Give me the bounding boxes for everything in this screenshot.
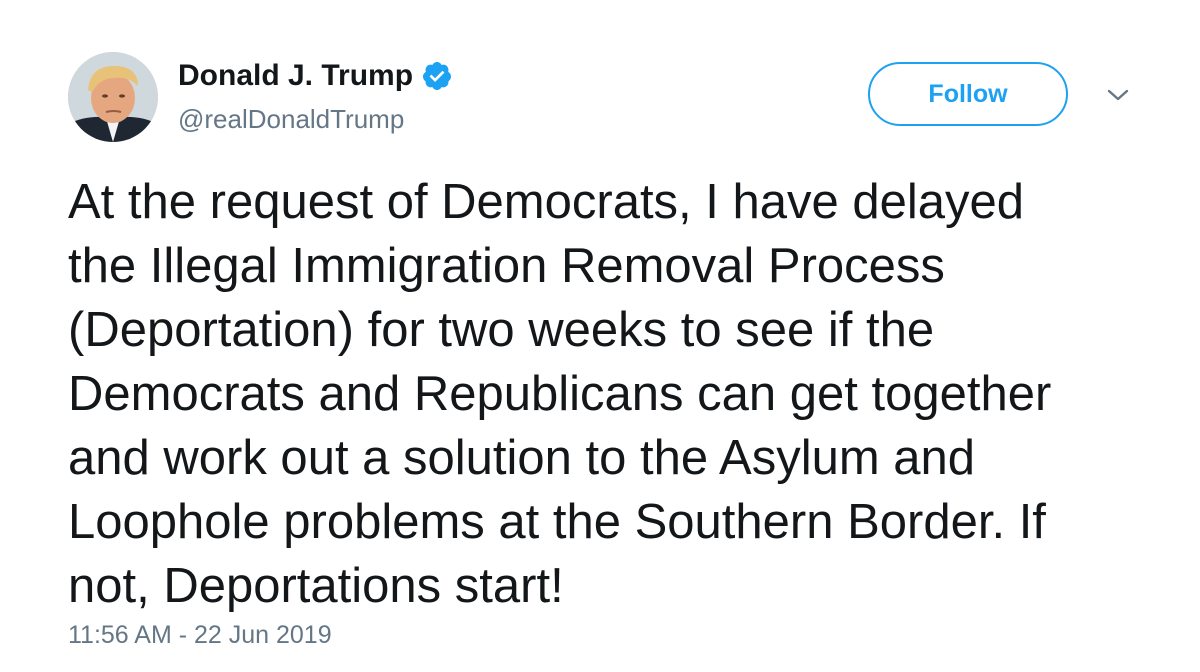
display-name[interactable]: Donald J. Trump (178, 58, 413, 94)
tweet-card: Donald J. Trump @realDonaldTrump Follow … (0, 0, 1200, 672)
verified-badge-icon (421, 60, 453, 92)
tweet-text: At the request of Democrats, I have dela… (68, 175, 1052, 613)
tweet-timestamp[interactable]: 11:56 AM - 22 Jun 2019 (68, 620, 332, 650)
author-handle[interactable]: @realDonaldTrump (178, 104, 404, 134)
avatar-image (68, 52, 158, 142)
avatar[interactable] (68, 52, 158, 142)
chevron-down-icon[interactable] (1104, 84, 1132, 106)
follow-button[interactable]: Follow (868, 62, 1068, 126)
author-name-row: Donald J. Trump (178, 58, 453, 94)
